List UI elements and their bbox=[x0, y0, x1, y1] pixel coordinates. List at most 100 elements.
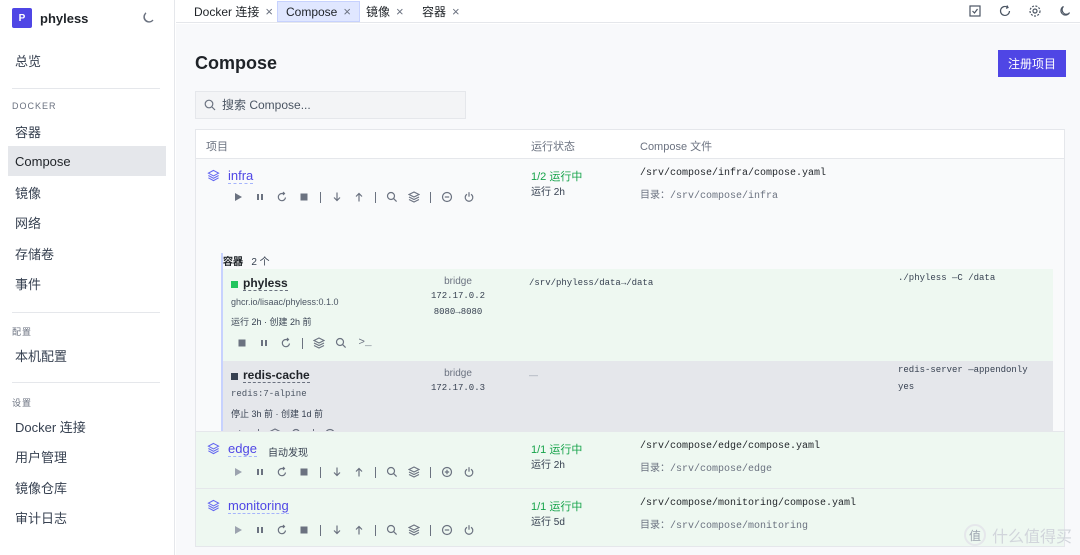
restart-icon[interactable] bbox=[280, 337, 292, 349]
section-settings: 设置 bbox=[12, 398, 33, 408]
pull-down-icon[interactable] bbox=[331, 524, 343, 536]
layers-icon[interactable] bbox=[408, 524, 420, 536]
project-name[interactable]: monitoring bbox=[228, 499, 289, 514]
gear-icon[interactable] bbox=[1028, 4, 1042, 18]
table-row-infra[interactable]: infra 1/2 运行中 运行 2h /srv/compose/infra/c… bbox=[196, 158, 1064, 449]
restart-icon[interactable] bbox=[276, 191, 288, 203]
remove-icon[interactable] bbox=[441, 524, 453, 536]
tab-docker-conn[interactable]: Docker 连接 × bbox=[186, 1, 281, 22]
divider bbox=[430, 466, 431, 478]
stop-icon[interactable] bbox=[298, 191, 310, 203]
remove-icon[interactable] bbox=[441, 191, 453, 203]
search-icon[interactable] bbox=[335, 337, 347, 349]
sidebar-item-events[interactable]: 事件 bbox=[8, 268, 166, 298]
sidebar-item-containers[interactable]: 容器 bbox=[8, 116, 166, 146]
stop-icon[interactable] bbox=[298, 466, 310, 478]
tab-label: Docker 连接 bbox=[194, 5, 260, 19]
main-content: Compose 注册项目 项目 运行状态 Compose 文件 infra 1/… bbox=[176, 24, 1080, 555]
power-icon[interactable] bbox=[463, 524, 475, 536]
sidebar-item-compose[interactable]: Compose bbox=[8, 146, 166, 176]
sidebar-item-images[interactable]: 镜像 bbox=[8, 177, 166, 207]
tab-compose[interactable]: Compose × bbox=[277, 1, 360, 22]
pull-down-icon[interactable] bbox=[331, 191, 343, 203]
search-box[interactable] bbox=[195, 91, 466, 119]
up-arrow-icon[interactable] bbox=[353, 191, 365, 203]
refresh-icon[interactable] bbox=[998, 4, 1012, 18]
play-icon[interactable] bbox=[232, 191, 244, 203]
pause-icon[interactable] bbox=[254, 466, 266, 478]
uptime-text: 运行 2h bbox=[531, 460, 565, 471]
uptime-text: 运行 5d bbox=[531, 517, 565, 528]
sidebar-item-local-config[interactable]: 本机配置 bbox=[8, 340, 166, 370]
play-icon[interactable] bbox=[232, 524, 244, 536]
close-icon[interactable]: × bbox=[265, 4, 273, 19]
sidebar-item-registry[interactable]: 镜像仓库 bbox=[8, 472, 166, 502]
containers-header: 容器 2 个 bbox=[223, 253, 270, 268]
up-arrow-icon[interactable] bbox=[353, 524, 365, 536]
stop-icon[interactable] bbox=[298, 524, 310, 536]
moon-icon[interactable] bbox=[1058, 4, 1072, 18]
project-name[interactable]: infra bbox=[228, 169, 254, 184]
running-indicator bbox=[231, 281, 238, 288]
checkbox-icon[interactable] bbox=[968, 4, 982, 18]
project-actions bbox=[232, 190, 485, 204]
compose-file-path: /srv/compose/infra/compose.yaml bbox=[640, 168, 827, 179]
search-icon bbox=[204, 99, 216, 111]
ip-address: 172.17.0.2 bbox=[430, 291, 485, 301]
add-icon[interactable] bbox=[441, 466, 453, 478]
restart-icon[interactable] bbox=[276, 466, 288, 478]
divider bbox=[12, 312, 160, 313]
pause-icon[interactable] bbox=[258, 337, 270, 349]
pull-down-icon[interactable] bbox=[331, 466, 343, 478]
close-icon[interactable]: × bbox=[343, 4, 351, 19]
tab-images[interactable]: 镜像 × bbox=[358, 1, 412, 22]
restart-icon[interactable] bbox=[276, 524, 288, 536]
layers-icon[interactable] bbox=[408, 191, 420, 203]
container-name[interactable]: phyless bbox=[243, 277, 288, 291]
section-docker: DOCKER bbox=[12, 101, 57, 111]
terminal-icon[interactable]: >_ bbox=[357, 337, 373, 349]
container-meta: 停止 3h 前 · 创建 1d 前 bbox=[231, 409, 324, 419]
search-input[interactable] bbox=[222, 98, 452, 112]
sidebar-item-volumes[interactable]: 存储卷 bbox=[8, 238, 166, 268]
volume-mapping: /srv/phyless/data→/data bbox=[529, 278, 654, 288]
power-icon[interactable] bbox=[463, 191, 475, 203]
sidebar-item-overview[interactable]: 总览 bbox=[8, 45, 166, 75]
power-icon[interactable] bbox=[463, 466, 475, 478]
container-card-phyless[interactable]: phyless ghcr.io/lisaac/phyless:0.1.0 运行 … bbox=[223, 269, 1053, 361]
compose-dir-path: 目录：/srv/compose/infra bbox=[640, 191, 779, 202]
status-text: 1/1 运行中 bbox=[531, 501, 583, 513]
layers-icon[interactable] bbox=[313, 337, 325, 349]
close-icon[interactable]: × bbox=[396, 4, 404, 19]
compose-file-path: /srv/compose/monitoring/compose.yaml bbox=[640, 498, 857, 509]
moon-icon[interactable] bbox=[140, 10, 156, 26]
compose-dir-path: 目录：/srv/compose/edge bbox=[640, 464, 773, 475]
sidebar-item-users[interactable]: 用户管理 bbox=[8, 441, 166, 471]
stop-icon[interactable] bbox=[236, 337, 248, 349]
layers-icon[interactable] bbox=[408, 466, 420, 478]
sidebar-item-audit[interactable]: 审计日志 bbox=[8, 502, 166, 532]
project-name[interactable]: edge bbox=[228, 442, 257, 457]
search-icon[interactable] bbox=[386, 191, 398, 203]
up-arrow-icon[interactable] bbox=[353, 466, 365, 478]
sidebar-item-networks[interactable]: 网络 bbox=[8, 207, 166, 237]
register-project-button[interactable]: 注册项目 bbox=[998, 50, 1066, 77]
divider bbox=[320, 466, 321, 478]
sidebar-item-docker-conn[interactable]: Docker 连接 bbox=[8, 411, 166, 441]
tab-label: 镜像 bbox=[366, 5, 391, 19]
pause-icon[interactable] bbox=[254, 524, 266, 536]
close-icon[interactable]: × bbox=[452, 4, 460, 19]
uptime-text: 运行 2h bbox=[531, 187, 565, 198]
search-icon[interactable] bbox=[386, 466, 398, 478]
play-icon[interactable] bbox=[232, 466, 244, 478]
layers-icon bbox=[207, 169, 220, 182]
ip-address: 172.17.0.3 bbox=[430, 383, 485, 393]
tab-containers[interactable]: 容器 × bbox=[414, 1, 468, 22]
pause-icon[interactable] bbox=[254, 191, 266, 203]
layers-icon bbox=[207, 442, 220, 455]
table-row-edge[interactable]: edge 自动发现 1/1 运行中 运行 2h /srv/compose/edg… bbox=[196, 431, 1064, 488]
container-name[interactable]: redis-cache bbox=[243, 369, 310, 383]
table-row-monitoring[interactable]: monitoring 1/1 运行中 运行 5d /srv/compose/mo… bbox=[196, 488, 1064, 546]
section-config: 配置 bbox=[12, 327, 33, 337]
search-icon[interactable] bbox=[386, 524, 398, 536]
